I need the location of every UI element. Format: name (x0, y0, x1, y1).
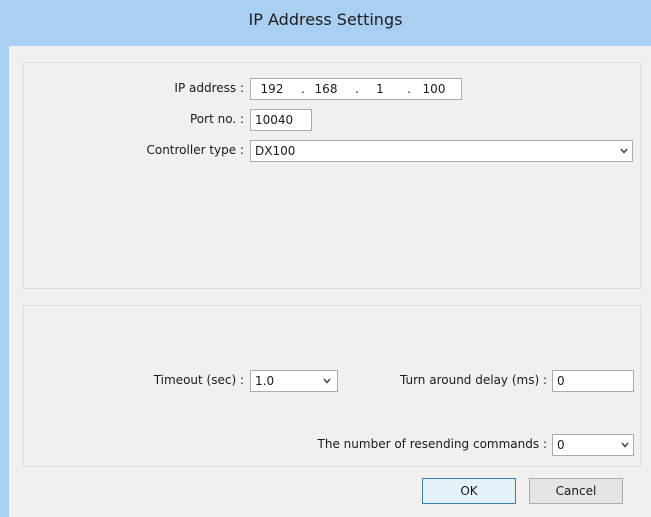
timing-group: Timeout (sec) : 1.0 Turn around delay (m… (23, 305, 641, 467)
ip-octet-1[interactable]: 192 (257, 79, 287, 99)
ip-address-field[interactable]: 192 . 168 . 1 . 100 (250, 78, 462, 100)
controller-type-value: DX100 (255, 144, 296, 158)
timeout-value: 1.0 (255, 374, 275, 388)
ip-dot-3: . (407, 82, 411, 96)
chevron-down-icon (620, 148, 628, 154)
ip-octet-2[interactable]: 168 (311, 79, 341, 99)
cancel-button[interactable]: Cancel (529, 478, 623, 504)
dialog-title: IP Address Settings (248, 10, 403, 29)
dialog-client-area: IP address : 192 . 168 . 1 . 100 Port no… (9, 46, 651, 517)
ip-dot-1: . (301, 82, 305, 96)
timeout-select[interactable]: 1.0 (250, 370, 338, 392)
resend-count-value: 0 (557, 438, 565, 452)
port-input[interactable]: 10040 (250, 109, 312, 131)
timeout-label: Timeout (sec) : (153, 373, 244, 387)
chevron-down-icon (621, 442, 629, 448)
turnaround-delay-label: Turn around delay (ms) : (399, 373, 547, 387)
connection-group: IP address : 192 . 168 . 1 . 100 Port no… (23, 62, 641, 289)
controller-type-select[interactable]: DX100 (250, 140, 633, 162)
turnaround-delay-input[interactable]: 0 (552, 370, 634, 392)
ip-octet-4[interactable]: 100 (419, 79, 449, 99)
title-bar[interactable]: IP Address Settings (0, 0, 651, 48)
ok-button[interactable]: OK (422, 478, 516, 504)
ip-octet-3[interactable]: 1 (365, 79, 395, 99)
resend-count-select[interactable]: 0 (552, 434, 634, 456)
port-label: Port no. : (189, 112, 244, 126)
chevron-down-icon (323, 378, 331, 384)
ip-address-label: IP address : (174, 81, 244, 95)
resend-count-label: The number of resending commands : (317, 437, 547, 451)
ip-settings-dialog: IP Address Settings IP address : 192 . 1… (0, 0, 651, 517)
controller-type-label: Controller type : (146, 143, 244, 157)
ip-dot-2: . (355, 82, 359, 96)
